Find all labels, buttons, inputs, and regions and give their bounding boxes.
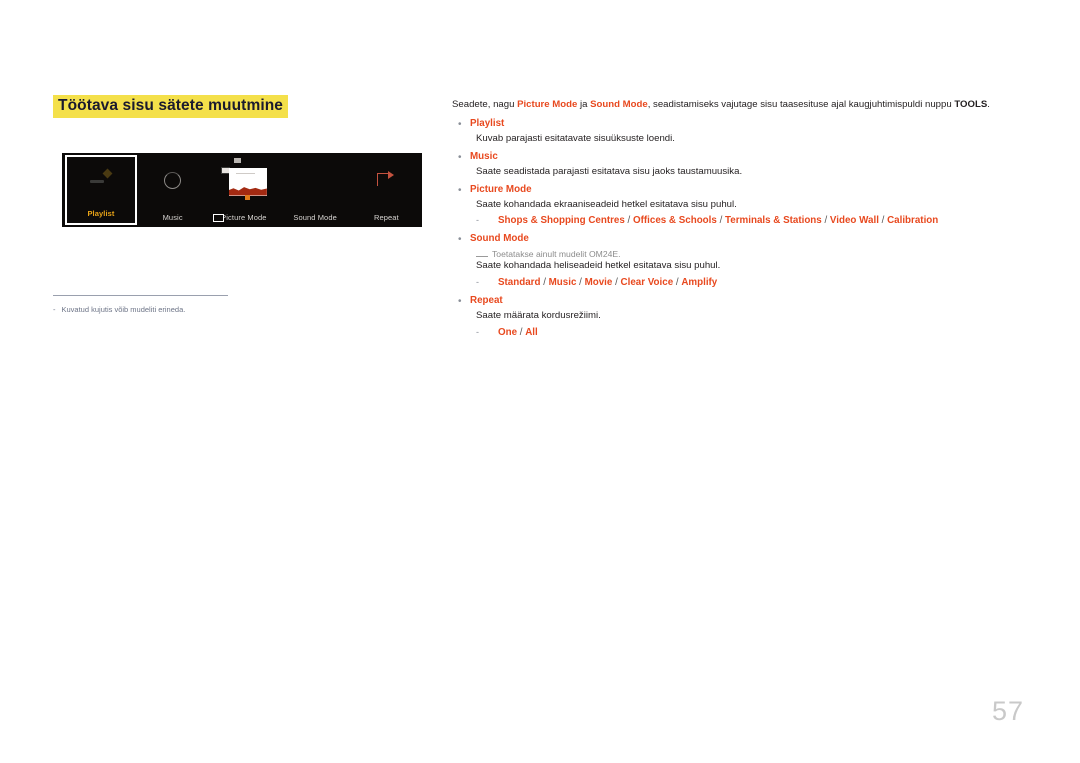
repeat-arrow-icon — [351, 153, 422, 207]
bullet-marker: • — [458, 234, 462, 246]
option-value[interactable]: Standard — [498, 277, 540, 288]
intro-text-4: . — [987, 99, 990, 110]
item-heading: Repeat — [470, 294, 503, 306]
item-options: Shops & Shopping Centres / Offices & Sch… — [498, 215, 939, 227]
option-value[interactable]: Movie — [585, 277, 613, 288]
footnote-text: Kuvatud kujutis võib mudeliti erineda. — [61, 305, 186, 314]
item-model-note: Toetatakse ainult mudelit OM24E. — [476, 249, 1024, 259]
intro-text-3: , seadistamiseks vajutage sisu taasesitu… — [647, 99, 955, 110]
osd-item-label: Repeat — [373, 212, 399, 222]
device-osd-panel: Playlist Music Picture Mode Sound Mode R… — [62, 153, 422, 227]
item-description: Saate kohandada heliseadeid hetkel esita… — [476, 260, 721, 272]
playlist-icon — [67, 157, 135, 203]
bullet-marker: • — [458, 295, 462, 307]
option-value[interactable]: Shops & Shopping Centres — [498, 215, 625, 226]
item-options-row: - Standard / Music / Movie / Clear Voice… — [476, 275, 1024, 291]
option-value[interactable]: Music — [549, 277, 577, 288]
item-options: One / All — [498, 326, 538, 338]
bullet-marker: • — [458, 184, 462, 196]
item-description: Saate määrata kordusrežiimi. — [476, 309, 601, 321]
option-value[interactable]: Amplify — [681, 277, 717, 288]
osd-item-music[interactable]: Music — [137, 153, 208, 227]
note-dash-icon — [476, 256, 488, 258]
sub-dash-marker: - — [476, 326, 479, 337]
item-options: Standard / Music / Movie / Clear Voice /… — [498, 277, 718, 289]
intro-paragraph: Seadete, nagu Picture Mode ja Sound Mode… — [452, 98, 1024, 112]
osd-item-picture-mode[interactable]: Picture Mode — [208, 153, 279, 227]
list-item: • Picture Mode Saate kohandada ekraanise… — [452, 183, 1024, 230]
intro-key-tools: TOOLS — [954, 99, 988, 110]
option-value[interactable]: Calibration — [887, 215, 938, 226]
item-options-row: - One / All — [476, 325, 1024, 341]
osd-item-label: Playlist — [87, 208, 115, 218]
osd-item-playlist[interactable]: Playlist — [65, 155, 137, 225]
intro-accent-picture-mode: Picture Mode — [517, 99, 578, 110]
note-text: Toetatakse ainult mudelit OM24E. — [492, 249, 621, 260]
sub-dash-marker: - — [476, 215, 479, 226]
osd-item-sound-mode[interactable]: Sound Mode — [280, 153, 351, 227]
item-heading: Music — [470, 150, 498, 162]
list-item: • Repeat Saate määrata kordusrežiimi. - … — [452, 294, 1024, 341]
bullet-marker: • — [458, 118, 462, 130]
picture-thumbnail-icon — [208, 153, 279, 207]
osd-item-label: Music — [162, 212, 183, 222]
right-column: Seadete, nagu Picture Mode ja Sound Mode… — [452, 98, 1024, 340]
list-item: • Sound Mode Toetatakse ainult mudelit O… — [452, 232, 1024, 291]
bullet-row: • Repeat — [452, 294, 1024, 309]
osd-item-label: Sound Mode — [293, 212, 337, 222]
page-title: Töötava sisu sätete muutmine — [53, 95, 289, 118]
footnote-divider — [53, 295, 228, 296]
option-value[interactable]: All — [525, 327, 538, 338]
item-heading: Picture Mode — [470, 183, 532, 195]
bullet-row: • Playlist — [452, 117, 1024, 132]
left-column: Töötava sisu sätete muutmine Playlist Mu… — [53, 95, 423, 314]
item-description: Saate kohandada ekraaniseadeid hetkel es… — [476, 198, 737, 210]
osd-item-repeat[interactable]: Repeat — [351, 153, 422, 227]
page-number: 57 — [991, 696, 1024, 726]
music-note-icon — [137, 153, 208, 207]
sound-mode-icon — [280, 153, 351, 207]
option-value[interactable]: Terminals & Stations — [725, 215, 822, 226]
item-heading: Playlist — [470, 117, 505, 129]
sub-dash-marker: - — [476, 277, 479, 288]
manual-page: Töötava sisu sätete muutmine Playlist Mu… — [0, 0, 1080, 763]
intro-text-1: Seadete, nagu — [452, 99, 518, 110]
bullet-row: • Music — [452, 150, 1024, 165]
option-value[interactable]: Offices & Schools — [633, 215, 717, 226]
picture-mode-badge-icon — [212, 214, 224, 222]
intro-text-2: ja — [577, 99, 591, 110]
item-heading: Sound Mode — [470, 233, 529, 245]
item-options-row: - Shops & Shopping Centres / Offices & S… — [476, 213, 1024, 229]
list-item: • Music Saate seadistada parajasti esita… — [452, 150, 1024, 180]
intro-accent-sound-mode: Sound Mode — [590, 99, 648, 110]
osd-item-label: Picture Mode — [221, 212, 267, 222]
bullet-row: • Picture Mode — [452, 183, 1024, 198]
option-value[interactable]: Video Wall — [830, 215, 879, 226]
figure-footnote: - Kuvatud kujutis võib mudeliti erineda. — [53, 305, 383, 316]
option-value[interactable]: Clear Voice — [621, 277, 674, 288]
footnote-dash: - — [53, 305, 56, 314]
option-value[interactable]: One — [498, 327, 517, 338]
item-description: Kuvab parajasti esitatavate sisuüksuste … — [476, 132, 675, 144]
list-item: • Playlist Kuvab parajasti esitatavate s… — [452, 117, 1024, 147]
bullet-marker: • — [458, 151, 462, 163]
bullet-row: • Sound Mode — [452, 232, 1024, 247]
item-description: Saate seadistada parajasti esitatava sis… — [476, 165, 743, 177]
